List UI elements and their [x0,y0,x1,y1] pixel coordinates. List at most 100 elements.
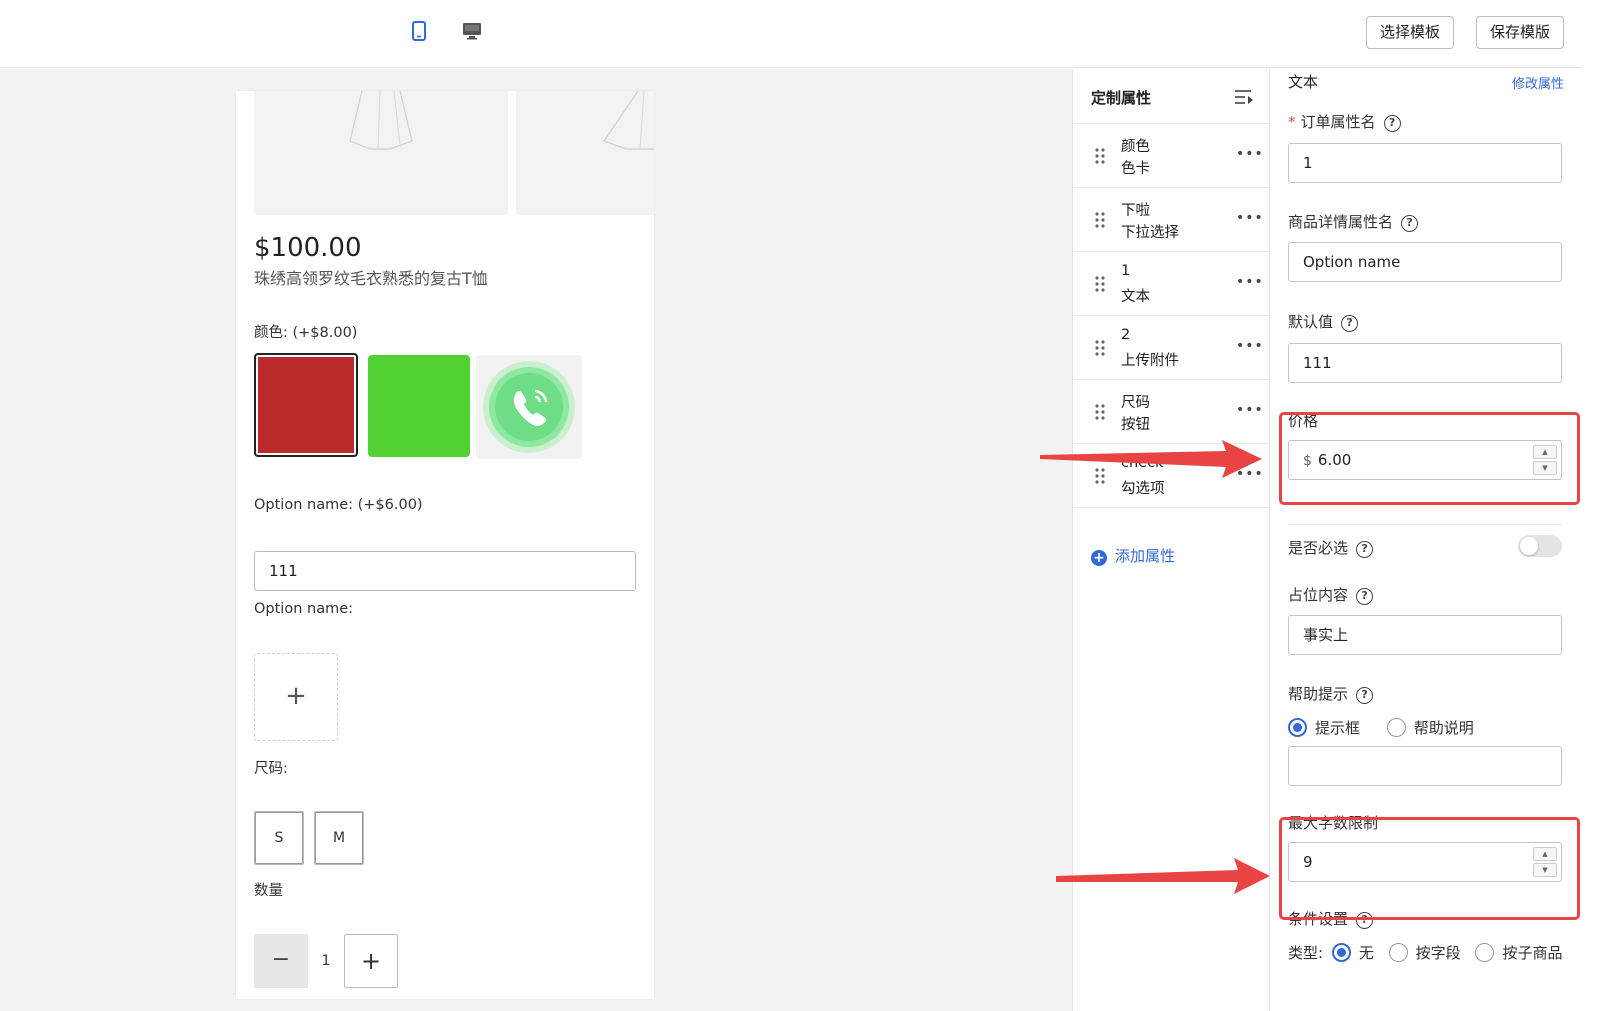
attribute-item-upload[interactable]: 2 上传附件 ••• [1073,315,1270,380]
product-price: $100.00 [254,233,362,263]
attribute-item-name: 尺码 [1121,395,1150,411]
attribute-item-type: 勾选项 [1121,481,1165,497]
quantity-value[interactable]: 1 [308,934,344,988]
radio-type-subproduct[interactable]: 按子商品 [1475,942,1562,963]
condition-type-radio-group: 类型: 无 按字段 按子商品 [1288,942,1562,963]
attribute-list-panel: 定制属性 颜色 色卡 ••• 下啦 下拉选择 ••• 1 文本 ••• 2 上传… [1072,69,1270,1011]
attribute-item-size[interactable]: 尺码 按钮 ••• [1073,379,1270,444]
attribute-item-type: 按钮 [1121,417,1150,433]
more-options-icon[interactable]: ••• [1236,402,1264,418]
drag-handle-icon[interactable] [1095,148,1105,164]
attribute-item-type: 下拉选择 [1121,225,1179,241]
page-scrollbar[interactable] [1582,0,1600,1011]
radio-tooltip-label: 提示框 [1315,719,1361,737]
help-tip-label-text: 帮助提示 [1288,685,1349,703]
radio-unchecked-icon[interactable] [1475,943,1495,962]
default-value-input[interactable]: 111 [1288,343,1562,383]
placeholder-input[interactable]: 事实上 [1288,615,1562,655]
text-option-label: Option name: (+$6.00) [254,497,423,513]
help-icon[interactable]: ? [1356,687,1374,704]
text-option-input[interactable]: 111 [254,551,636,591]
help-icon[interactable]: ? [1383,115,1401,132]
default-value-label-text: 默认值 [1288,313,1334,331]
radio-type-none[interactable]: 无 [1331,942,1374,963]
help-icon[interactable]: ? [1341,315,1359,332]
more-options-icon[interactable]: ••• [1236,338,1264,354]
save-template-button[interactable]: 保存模版 [1476,16,1565,49]
attribute-item-name: 1 [1121,263,1131,279]
mobile-icon[interactable] [408,20,430,42]
radio-unchecked-icon[interactable] [1388,943,1408,962]
radio-checked-icon[interactable] [1288,718,1307,737]
quantity-decrease-button[interactable]: − [254,934,308,988]
attribute-item-dropdown[interactable]: 下啦 下拉选择 ••• [1073,187,1270,252]
top-toolbar: 选择模板 保存模版 [0,0,1582,68]
color-swatch-green[interactable] [368,355,470,457]
attribute-item-type: 文本 [1121,289,1150,305]
placeholder-label: 占位内容? [1288,584,1374,605]
more-options-icon[interactable]: ••• [1236,146,1264,162]
select-template-button[interactable]: 选择模板 [1366,16,1455,49]
edit-attribute-link[interactable]: 修改属性 [1512,73,1564,92]
attribute-list-title: 定制属性 [1091,89,1152,107]
attribute-item-name: check [1121,455,1164,471]
phone-icon [483,361,575,453]
product-image-1[interactable] [254,91,508,215]
help-icon[interactable]: ? [1401,215,1419,232]
color-swatch-red[interactable] [254,353,358,457]
radio-help-text-label: 帮助说明 [1413,719,1474,737]
plus-circle-icon: + [1091,550,1107,566]
help-tip-input[interactable] [1288,746,1562,786]
upload-option-label: Option name: [254,601,354,617]
quantity-increase-button[interactable]: + [344,934,398,988]
attribute-item-type: 上传附件 [1121,353,1179,369]
shirt-sketch-icon [349,91,413,150]
more-options-icon[interactable]: ••• [1236,466,1264,482]
product-image-2[interactable] [516,91,654,215]
more-options-icon[interactable]: ••• [1236,274,1264,290]
order-attr-input[interactable]: 1 [1288,143,1562,183]
radio-unchecked-icon[interactable] [1386,718,1406,737]
required-label-text: 是否必选 [1288,539,1349,557]
drag-handle-icon[interactable] [1095,468,1105,484]
more-options-icon[interactable]: ••• [1236,210,1264,226]
radio-checked-icon[interactable] [1331,943,1351,962]
add-attribute-label: 添加属性 [1115,547,1176,565]
desktop-icon[interactable] [461,20,483,42]
attribute-item-color[interactable]: 颜色 色卡 ••• [1073,123,1270,188]
detail-attr-label: 商品详情属性名? [1288,211,1419,232]
radio-type-field-label: 按字段 [1415,944,1461,962]
drag-handle-icon[interactable] [1095,212,1105,228]
required-toggle[interactable] [1518,535,1562,557]
condition-type-label: 类型: [1288,944,1324,962]
drag-handle-icon[interactable] [1095,404,1105,420]
product-name: 珠绣高领罗纹毛衣熟悉的复古T恤 [254,269,488,288]
attribute-item-name: 颜色 [1121,139,1150,155]
help-tip-radio-group: 提示框 帮助说明 [1288,717,1496,738]
size-button-m[interactable]: M [314,811,364,865]
price-highlight-box [1279,412,1580,505]
detail-attr-input[interactable]: Option name [1288,242,1562,282]
attribute-item-check[interactable]: check 勾选项 ••• [1073,443,1270,508]
color-swatch-image[interactable] [476,355,582,459]
sort-list-icon[interactable] [1233,87,1255,107]
radio-help-text[interactable]: 帮助说明 [1386,717,1474,738]
detail-attr-label-text: 商品详情属性名 [1288,213,1394,231]
add-attribute-button[interactable]: + 添加属性 [1091,545,1175,566]
radio-tooltip[interactable]: 提示框 [1288,717,1360,738]
radio-type-subproduct-label: 按子商品 [1502,944,1563,962]
properties-title: 文本 [1288,73,1319,91]
drag-handle-icon[interactable] [1095,340,1105,356]
upload-add-button[interactable]: + [254,653,338,741]
attribute-item-type: 色卡 [1121,161,1150,177]
size-button-s[interactable]: S [254,811,304,865]
radio-type-none-label: 无 [1358,944,1374,962]
quantity-label: 数量 [254,883,283,899]
color-option-label: 颜色: (+$8.00) [254,325,358,341]
attribute-item-text[interactable]: 1 文本 ••• [1073,251,1270,316]
drag-handle-icon[interactable] [1095,276,1105,292]
attribute-item-name: 2 [1121,327,1131,343]
help-icon[interactable]: ? [1356,588,1374,605]
help-icon[interactable]: ? [1356,541,1374,558]
radio-type-field[interactable]: 按字段 [1388,942,1461,963]
